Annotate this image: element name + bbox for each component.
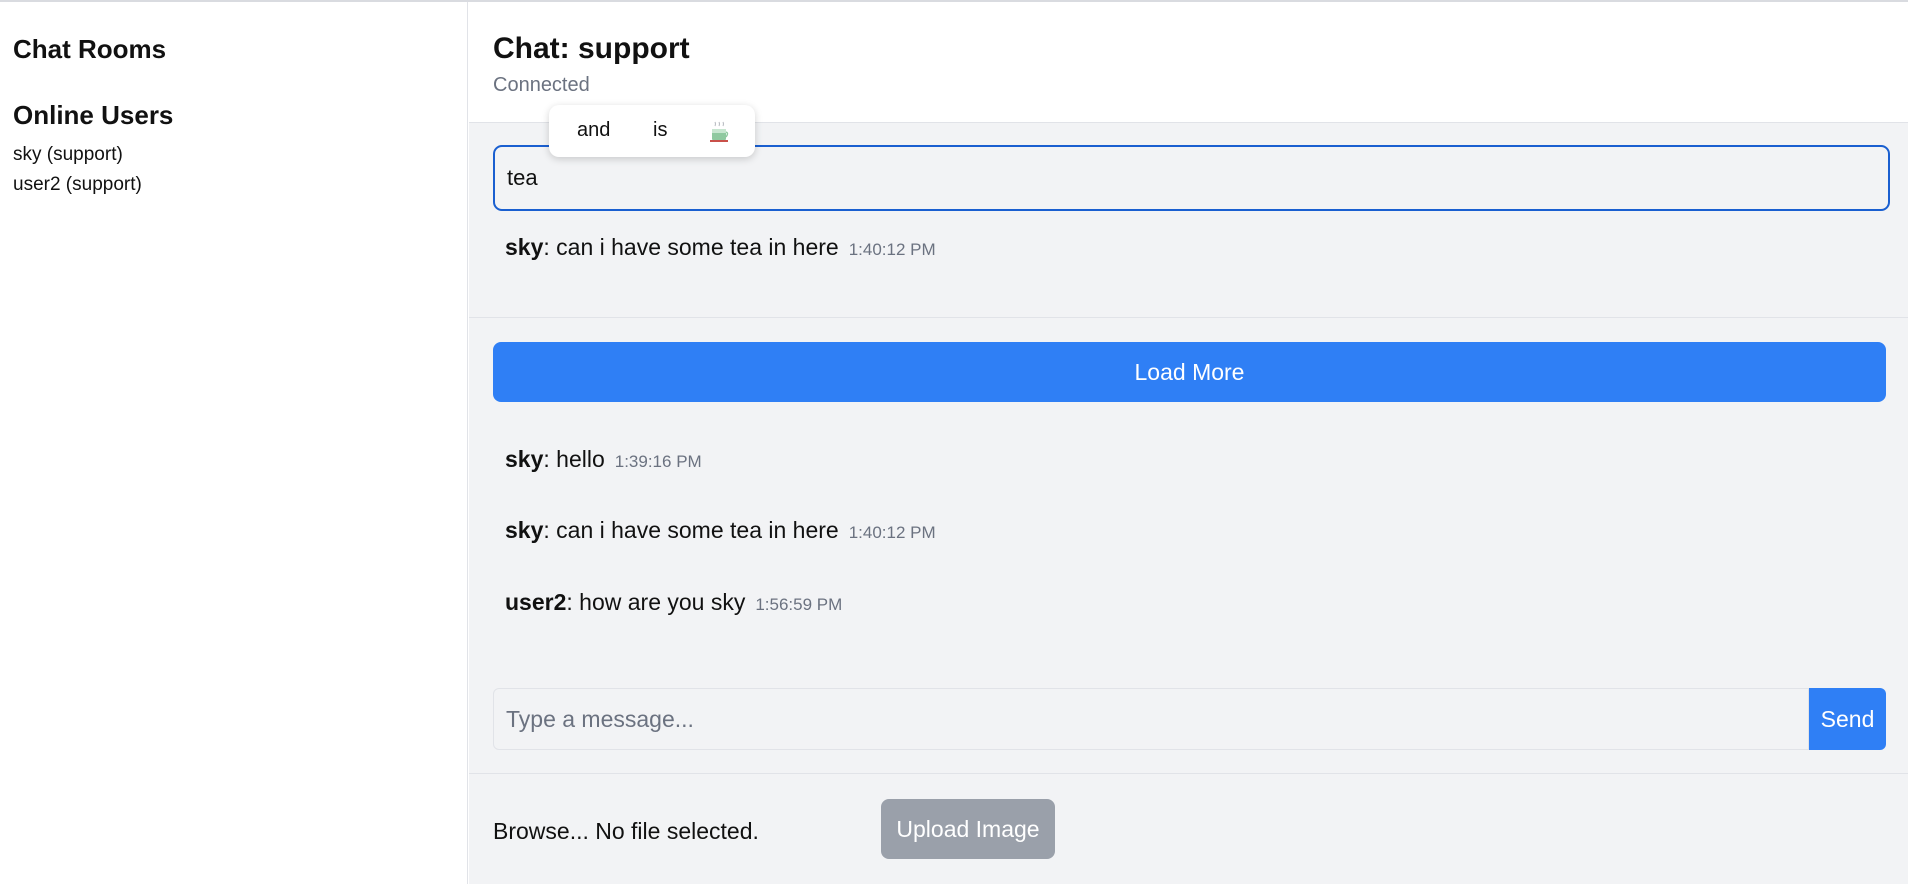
divider [469, 317, 1908, 318]
file-input[interactable]: Browse... No file selected. [493, 818, 759, 845]
message-author: sky [505, 234, 544, 260]
message-text: : how are you sky [566, 589, 746, 615]
message-time: 1:56:59 PM [755, 595, 843, 614]
message-time: 1:40:12 PM [848, 523, 936, 542]
divider [469, 773, 1908, 774]
message-author: sky [505, 446, 544, 472]
online-user-item: user2 (support) [13, 174, 142, 195]
chat-message: user2: how are you sky 1:56:59 PM [505, 589, 842, 616]
suggestion-is[interactable]: is [653, 119, 667, 142]
message-input[interactable] [493, 688, 1809, 750]
message-author: user2 [505, 589, 567, 615]
autocomplete-suggestions: and is [549, 105, 755, 157]
message-text: : hello [543, 446, 605, 472]
connection-status: Connected [493, 74, 590, 96]
teacup-icon[interactable] [709, 120, 729, 144]
message-text: : can i have some tea in here [543, 234, 839, 260]
online-users-heading: Online Users [13, 100, 174, 130]
chat-rooms-heading: Chat Rooms [13, 34, 167, 64]
chat-main: Chat: support Connected and is sky: can … [469, 2, 1908, 884]
suggestion-and[interactable]: and [577, 119, 610, 142]
load-more-button[interactable]: Load More [493, 342, 1886, 402]
online-user-item: sky (support) [13, 144, 123, 165]
online-users-list: sky (support) user2 (support) [13, 140, 142, 200]
chat-message: sky: can i have some tea in here 1:40:12 … [505, 517, 936, 544]
send-button[interactable]: Send [1809, 688, 1886, 750]
message-time: 1:40:12 PM [848, 240, 936, 259]
search-result-message: sky: can i have some tea in here 1:40:12 … [505, 234, 936, 261]
chat-message: sky: hello 1:39:16 PM [505, 446, 702, 473]
page-title: Chat: support [493, 32, 690, 65]
message-author: sky [505, 517, 544, 543]
upload-image-button[interactable]: Upload Image [881, 799, 1055, 859]
message-time: 1:39:16 PM [614, 452, 702, 471]
message-text: : can i have some tea in here [543, 517, 839, 543]
sidebar: Chat Rooms Online Users sky (support) us… [0, 2, 468, 884]
